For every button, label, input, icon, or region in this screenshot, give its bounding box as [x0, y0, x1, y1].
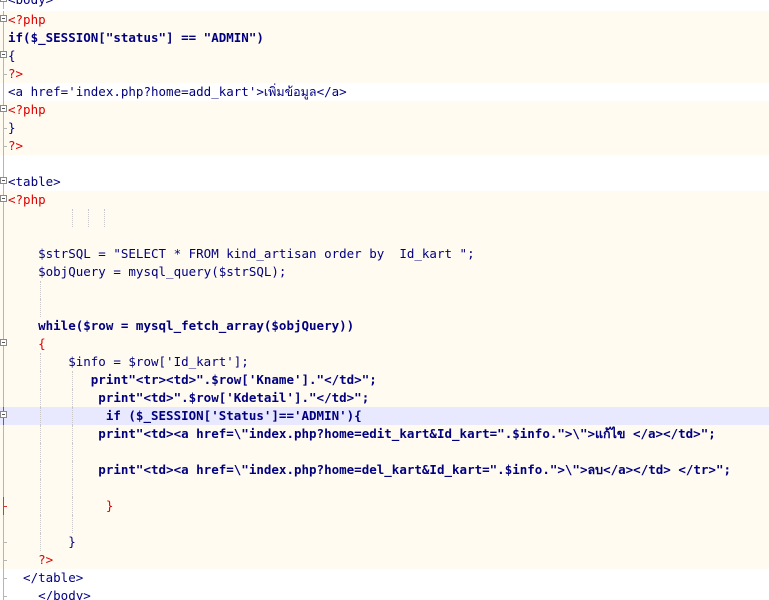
code-text: ?>	[8, 66, 24, 81]
fold-gutter	[0, 227, 6, 245]
code-text: <table>	[8, 174, 61, 189]
fold-gutter	[0, 263, 6, 281]
fold-gutter	[0, 533, 7, 551]
code-line[interactable]: $objQuery = mysql_query($strSQL);	[0, 263, 769, 281]
code-line[interactable]: print"<td>".$row['Kdetail']."</td>";	[0, 389, 769, 407]
code-line[interactable]	[0, 227, 769, 245]
code-line[interactable]: $strSQL = "SELECT * FROM kind_artisan or…	[0, 245, 769, 263]
fold-gutter	[0, 587, 7, 600]
fold-gutter	[0, 569, 7, 587]
code-line-current[interactable]: if ($_SESSION['Status']=='ADMIN'){	[0, 407, 769, 425]
code-line[interactable]: print"<td><a href=\"index.php?home=del_k…	[0, 461, 769, 479]
fold-gutter	[0, 443, 6, 461]
code-text: </table>	[8, 570, 84, 585]
fold-gutter	[0, 407, 7, 425]
code-line[interactable]: </table>	[0, 569, 769, 587]
fold-gutter	[0, 335, 7, 353]
fold-gutter	[0, 245, 6, 263]
code-text: ?>	[8, 138, 24, 153]
code-text: </body>	[8, 588, 91, 600]
code-text: }	[8, 534, 76, 549]
code-text: <?php	[8, 192, 46, 207]
code-text: ?>	[8, 552, 54, 567]
fold-gutter	[0, 281, 6, 299]
fold-gutter	[0, 155, 6, 173]
fold-gutter	[0, 191, 7, 209]
fold-gutter	[0, 137, 7, 155]
code-line[interactable]: <?php	[0, 11, 769, 29]
code-text: $info = $row['Id_kart'];	[8, 354, 249, 369]
code-text: print"<td>".$row['Kdetail']."</td>";	[8, 390, 370, 405]
code-line[interactable]	[0, 479, 769, 497]
code-line[interactable]: <body>	[0, 0, 769, 9]
code-line[interactable]	[0, 515, 769, 533]
fold-gutter	[0, 515, 6, 533]
code-line[interactable]: if($_SESSION["status"] == "ADMIN")	[0, 29, 769, 47]
code-text: print"<td><a href=\"index.php?home=del_k…	[8, 462, 732, 477]
code-text: print"<td><a href=\"index.php?home=edit_…	[8, 426, 716, 441]
fold-gutter	[0, 47, 7, 65]
code-line[interactable]: ?>	[0, 551, 769, 569]
fold-gutter	[0, 11, 7, 29]
fold-gutter	[0, 0, 7, 9]
code-line[interactable]: }	[0, 119, 769, 137]
code-line[interactable]: $info = $row['Id_kart'];	[0, 353, 769, 371]
fold-gutter	[0, 353, 6, 371]
code-line[interactable]: print"<td><a href=\"index.php?home=edit_…	[0, 425, 769, 443]
code-line[interactable]: {	[0, 47, 769, 65]
code-line[interactable]: {	[0, 335, 769, 353]
fold-gutter	[0, 83, 6, 101]
code-line[interactable]	[0, 155, 769, 173]
code-line[interactable]	[0, 209, 769, 227]
code-text: {	[8, 336, 46, 351]
code-editor[interactable]: <body> <?php if($_SESSION["status"] == "…	[0, 0, 769, 600]
code-line[interactable]	[0, 281, 769, 299]
fold-gutter	[0, 497, 7, 515]
code-text: }	[8, 120, 16, 135]
code-text: <body>	[8, 0, 53, 9]
fold-gutter	[0, 209, 6, 227]
code-text: if ($_SESSION['Status']=='ADMIN'){	[8, 408, 362, 423]
fold-gutter	[0, 425, 6, 443]
fold-gutter	[0, 101, 7, 119]
fold-gutter	[0, 479, 6, 497]
code-line[interactable]: }	[0, 497, 769, 515]
code-line[interactable]: <?php	[0, 101, 769, 119]
code-text: <?php	[8, 102, 46, 117]
fold-gutter	[0, 173, 7, 191]
code-line[interactable]	[0, 299, 769, 317]
code-text: {	[8, 48, 16, 63]
code-line[interactable]: ?>	[0, 65, 769, 83]
fold-gutter	[0, 317, 6, 335]
fold-gutter	[0, 119, 7, 137]
code-text: while($row = mysql_fetch_array($objQuery…	[8, 318, 355, 333]
code-line[interactable]: while($row = mysql_fetch_array($objQuery…	[0, 317, 769, 335]
code-line[interactable]: <?php	[0, 191, 769, 209]
code-text: print"<tr><td>".$row['Kname']."</td>";	[8, 372, 377, 387]
fold-gutter	[0, 389, 6, 407]
code-line[interactable]: ?>	[0, 137, 769, 155]
code-line[interactable]: <a href='index.php?home=add_kart'>เพิ่มข…	[0, 83, 769, 101]
fold-gutter	[0, 551, 7, 569]
code-line[interactable]: }	[0, 533, 769, 551]
code-text: <?php	[8, 12, 46, 27]
code-text: if($_SESSION["status"] == "ADMIN")	[8, 30, 264, 45]
code-line[interactable]	[0, 443, 769, 461]
fold-gutter	[0, 29, 6, 47]
code-text: }	[8, 498, 114, 513]
code-line[interactable]: print"<tr><td>".$row['Kname']."</td>";	[0, 371, 769, 389]
code-line[interactable]: </body>	[0, 587, 769, 600]
fold-gutter	[0, 299, 6, 317]
fold-gutter	[0, 371, 6, 389]
code-text: <a href='index.php?home=add_kart'>เพิ่มข…	[8, 84, 347, 99]
fold-gutter	[0, 65, 7, 83]
fold-gutter	[0, 461, 6, 479]
code-text: $objQuery = mysql_query($strSQL);	[8, 264, 287, 279]
code-text: $strSQL = "SELECT * FROM kind_artisan or…	[8, 246, 475, 261]
code-line[interactable]: <table>	[0, 173, 769, 191]
